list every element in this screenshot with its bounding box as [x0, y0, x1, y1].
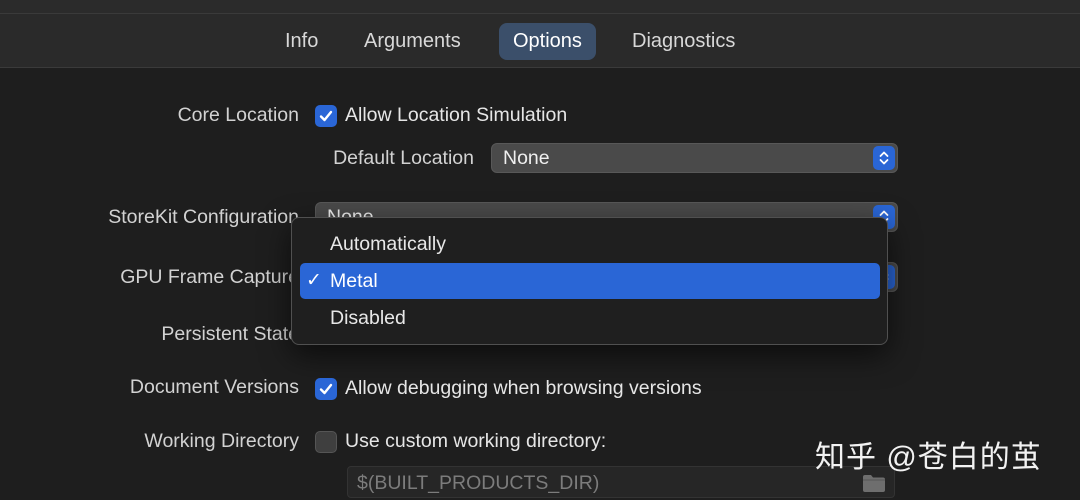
watermark: 知乎 @苍白的茧	[815, 441, 1042, 474]
tab-bar: Info Arguments Options Diagnostics	[0, 14, 1080, 68]
window-top-strip	[0, 0, 1080, 14]
working-directory-path-value: $(BUILT_PRODUCTS_DIR)	[357, 472, 600, 494]
default-location-value: None	[503, 147, 550, 169]
folder-icon[interactable]	[862, 473, 886, 493]
tab-info[interactable]: Info	[271, 23, 332, 60]
core-location-label: Core Location	[177, 104, 299, 126]
storekit-configuration-label: StoreKit Configuration	[108, 206, 299, 228]
menu-item-label: Metal	[330, 270, 378, 292]
menu-item-label: Disabled	[330, 307, 406, 329]
custom-working-directory-label: Use custom working directory:	[345, 430, 607, 452]
allow-location-simulation-label: Allow Location Simulation	[345, 104, 568, 126]
menu-item-metal[interactable]: ✓ Metal	[300, 263, 880, 299]
allow-debugging-versions-label: Allow debugging when browsing versions	[345, 377, 702, 399]
tab-arguments[interactable]: Arguments	[350, 23, 475, 60]
default-location-label: Default Location	[333, 147, 474, 169]
tab-options[interactable]: Options	[499, 23, 596, 60]
default-location-popup[interactable]: None	[491, 143, 898, 173]
checkmark-icon: ✓	[306, 270, 322, 291]
working-directory-label: Working Directory	[144, 430, 299, 452]
menu-item-disabled[interactable]: Disabled	[300, 300, 880, 336]
document-versions-label: Document Versions	[129, 376, 299, 398]
gpu-frame-capture-menu: Automatically ✓ Metal Disabled	[291, 217, 888, 345]
persistent-state-label: Persistent State	[161, 323, 299, 345]
checkmark-icon	[319, 383, 333, 395]
menu-item-automatically[interactable]: Automatically	[300, 226, 880, 262]
gpu-frame-capture-label: GPU Frame Capture	[120, 266, 299, 288]
menu-item-label: Automatically	[330, 233, 446, 255]
allow-location-simulation-checkbox[interactable]	[315, 105, 337, 127]
popup-arrows-icon	[873, 146, 895, 170]
checkmark-icon	[319, 110, 333, 122]
custom-working-directory-checkbox[interactable]	[315, 431, 337, 453]
allow-debugging-versions-checkbox[interactable]	[315, 378, 337, 400]
tab-diagnostics[interactable]: Diagnostics	[618, 23, 749, 60]
working-directory-path-field[interactable]: $(BUILT_PRODUCTS_DIR)	[347, 466, 895, 498]
